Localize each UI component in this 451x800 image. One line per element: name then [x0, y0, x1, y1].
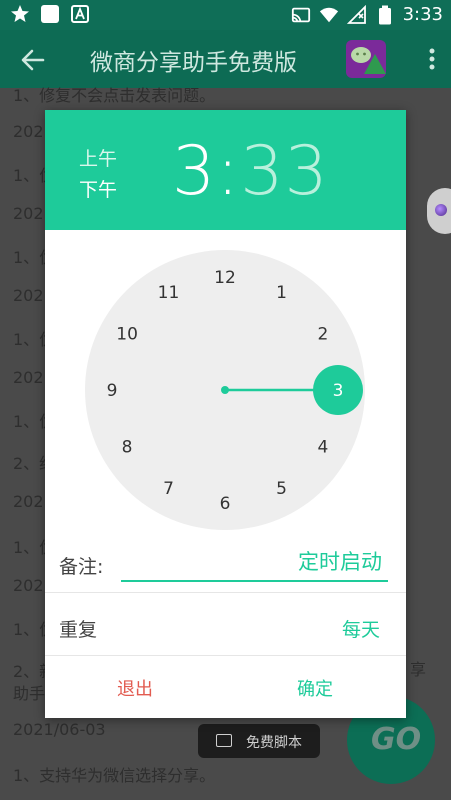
toast-label: 免费脚本 [246, 735, 302, 751]
status-time: 3:33 [402, 4, 443, 25]
exit-button[interactable]: 退出 [85, 672, 185, 704]
floating-side-handle[interactable] [427, 188, 451, 234]
clock-number-6[interactable]: 6 [220, 494, 231, 514]
clock-number-10[interactable]: 10 [116, 325, 138, 345]
app-title: 微商分享助手免费版 [90, 50, 297, 76]
clock-number-5[interactable]: 5 [276, 479, 287, 499]
am-pm-selector: 上午 下午 [79, 144, 117, 206]
repeat-label: 重复 [59, 619, 98, 641]
confirm-button[interactable]: 确定 [265, 672, 365, 704]
list-item: 2021/06-03 [13, 720, 106, 739]
more-vertical-icon[interactable] [429, 48, 435, 70]
go-fab-label: GO [371, 722, 422, 757]
list-item-fragment: 享 [410, 660, 427, 679]
toast: 免费脚本 [198, 724, 320, 758]
divider [45, 655, 406, 656]
clock-number-2[interactable]: 2 [317, 325, 328, 345]
status-bar: 3:33 [0, 0, 451, 30]
app-bar: 微商分享助手免费版 [0, 30, 451, 88]
repeat-value[interactable]: 每天 [342, 615, 380, 642]
battery-icon [375, 5, 395, 25]
app-store-icon [10, 4, 30, 24]
time-separator: : [216, 132, 241, 211]
floating-ball-icon [435, 204, 447, 216]
list-item: 1、修复不会点击发表问题。 [13, 86, 216, 105]
hour-display[interactable]: 3 [172, 132, 216, 211]
status-bar-right: 3:33 [291, 4, 443, 26]
wifi-icon [319, 5, 339, 25]
notification-square-icon [40, 4, 60, 24]
card-icon [216, 734, 232, 747]
clock-number-1[interactable]: 1 [276, 283, 287, 303]
font-a-icon [70, 4, 90, 24]
time-picker-header: 上午 下午 3:33 [45, 110, 406, 230]
pm-option[interactable]: 下午 [79, 175, 117, 206]
clock-number-9[interactable]: 9 [107, 381, 118, 401]
clock-center-dot [221, 386, 229, 394]
list-item: 1、支持华为微信选择分享。 [13, 766, 216, 785]
note-label: 备注: [59, 556, 104, 578]
time-picker-dialog: 上午 下午 3:33 121234567891011 备注: 重复 每天 退出 … [45, 110, 406, 718]
status-bar-left [10, 4, 90, 24]
clock-number-3[interactable]: 3 [333, 381, 344, 401]
clock-number-7[interactable]: 7 [163, 479, 174, 499]
note-input[interactable] [121, 542, 388, 582]
time-display: 3:33 [172, 132, 329, 211]
clock-number-8[interactable]: 8 [122, 438, 133, 458]
am-option[interactable]: 上午 [79, 144, 117, 175]
cast-icon [291, 5, 311, 25]
clock-dial-area: 12 1 2 3 4 5 6 7 8 9 10 11 [45, 230, 406, 530]
arrow-left-icon[interactable] [20, 47, 46, 73]
minute-display[interactable]: 33 [240, 132, 329, 211]
clock-number-12[interactable]: 12 [214, 268, 236, 288]
divider [45, 592, 406, 593]
clock-dial[interactable]: 121234567891011 [45, 230, 406, 530]
list-item: 助手 [13, 684, 46, 703]
sim-no-signal-icon [346, 5, 367, 25]
clock-number-4[interactable]: 4 [317, 438, 328, 458]
app-logo[interactable] [346, 40, 386, 78]
clock-number-11[interactable]: 11 [158, 283, 180, 303]
